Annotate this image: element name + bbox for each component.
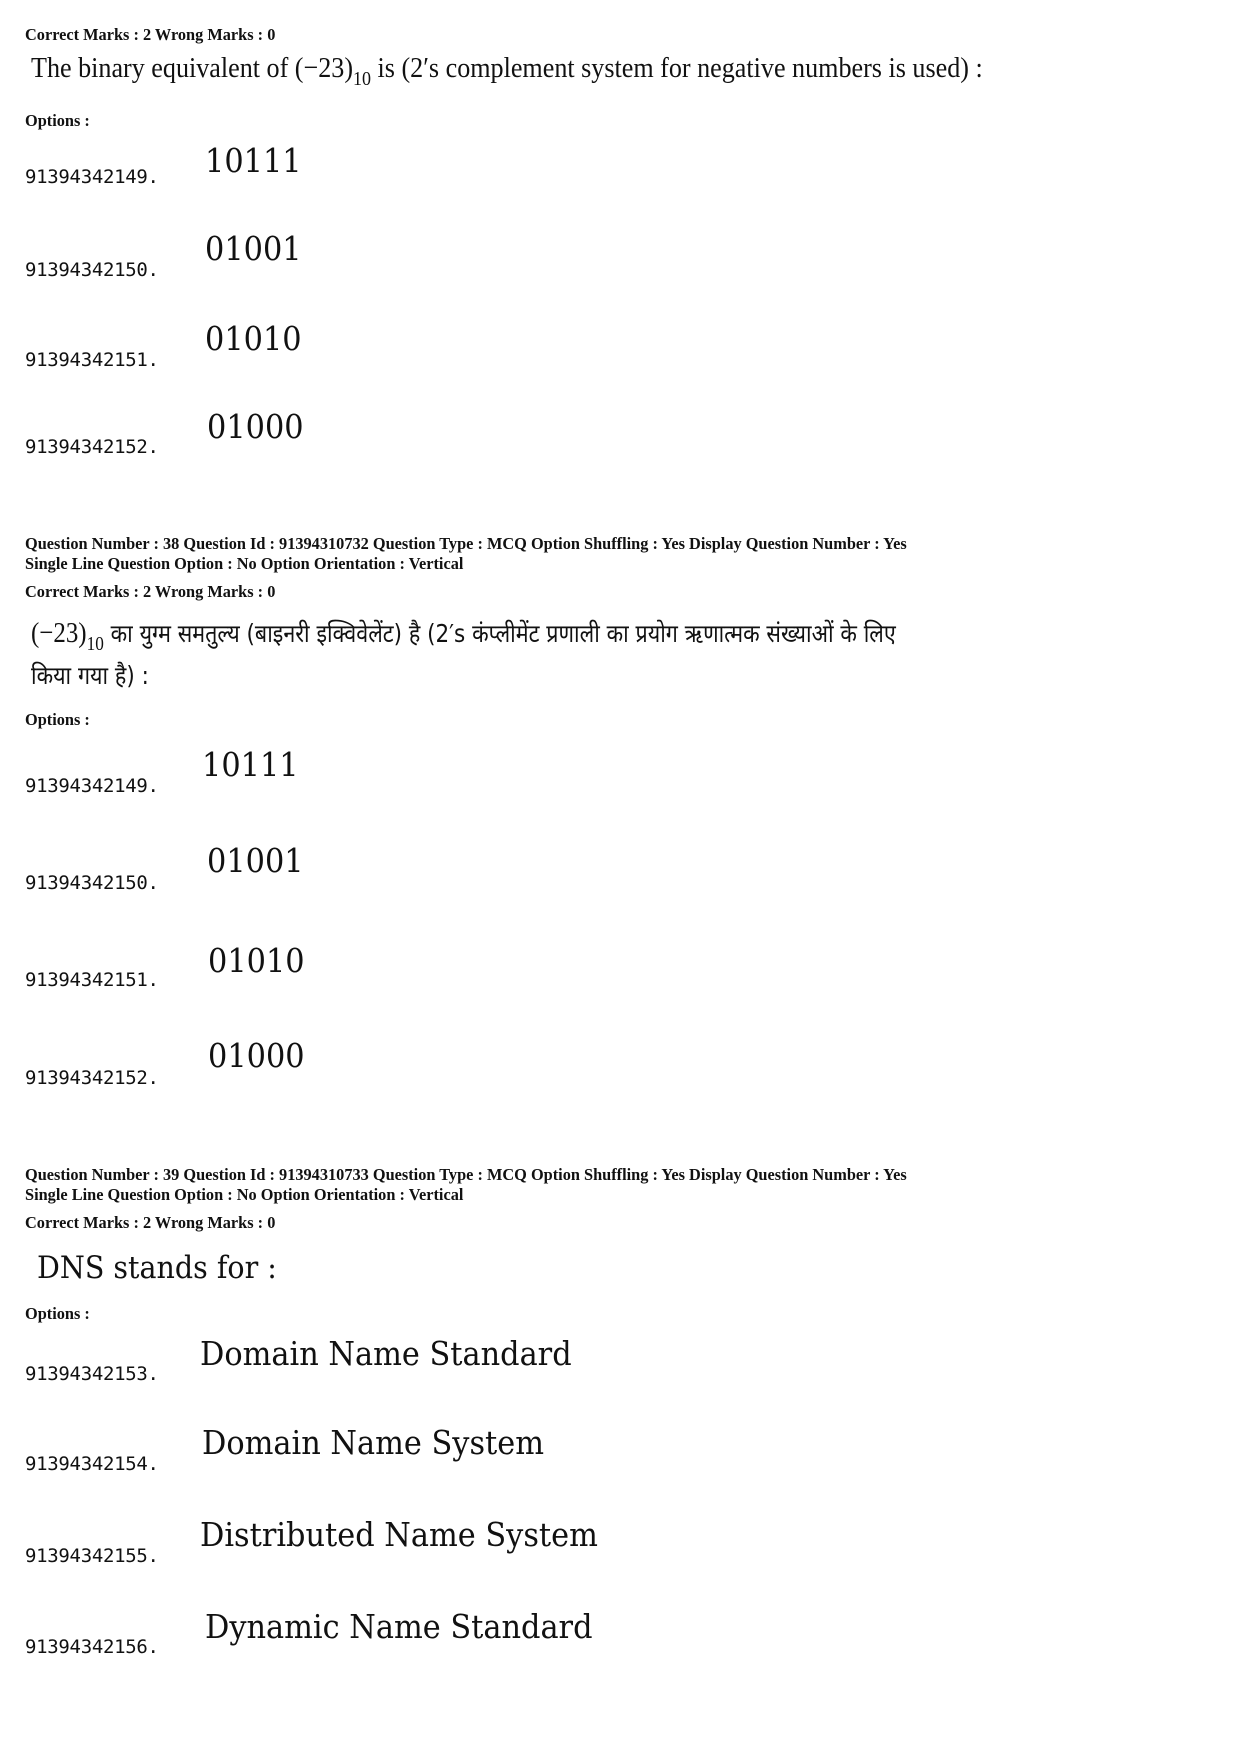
question-text: The binary equivalent of (−23)10 is (2′s… [31, 50, 983, 89]
question-text: DNS stands for : [37, 1250, 277, 1286]
question-meta-line-1: Question Number : 39 Question Id : 91394… [25, 1165, 907, 1184]
option-value[interactable]: 10111 [202, 746, 299, 784]
marks-info: Correct Marks : 2 Wrong Marks : 0 [25, 582, 276, 601]
option-id: 91394342149. [25, 166, 159, 188]
option-id: 91394342152. [25, 436, 159, 458]
marks-info: Correct Marks : 2 Wrong Marks : 0 [25, 1213, 276, 1232]
question-text-pre: The binary equivalent of (−23) [31, 52, 354, 84]
question-meta-line-1: Question Number : 38 Question Id : 91394… [25, 534, 907, 553]
option-id: 91394342152. [25, 1067, 159, 1089]
question-text-line-2: किया गया है) : [31, 661, 149, 690]
question-meta-line-2: Single Line Question Option : No Option … [25, 1185, 464, 1204]
option-value[interactable]: 10111 [205, 142, 302, 180]
option-value[interactable]: Dynamic Name Standard [205, 1608, 593, 1646]
question-text-subscript: 10 [353, 68, 372, 90]
question-text-pre: (−23) [31, 617, 87, 649]
option-id: 91394342156. [25, 1636, 159, 1658]
options-label: Options : [25, 111, 90, 130]
option-value[interactable]: 01001 [205, 230, 302, 268]
option-id: 91394342155. [25, 1545, 159, 1567]
option-id: 91394342149. [25, 775, 159, 797]
question-text-subscript: 10 [86, 633, 104, 655]
options-label: Options : [25, 710, 90, 729]
option-value[interactable]: 01010 [205, 320, 302, 358]
option-id: 91394342153. [25, 1363, 159, 1385]
question-text-line-1: (−23)10 का युग्म समतुल्य (बाइनरी इक्विवे… [31, 614, 1132, 654]
option-id: 91394342150. [25, 259, 159, 281]
option-id: 91394342151. [25, 349, 159, 371]
option-value[interactable]: Domain Name Standard [200, 1335, 572, 1373]
option-value[interactable]: Distributed Name System [200, 1516, 598, 1554]
option-id: 91394342150. [25, 872, 159, 894]
question-meta-line-2: Single Line Question Option : No Option … [25, 554, 464, 573]
option-value[interactable]: Domain Name System [202, 1424, 544, 1462]
option-id: 91394342151. [25, 969, 159, 991]
question-text: (−23)10 का युग्म समतुल्य (बाइनरी इक्विवे… [31, 614, 1132, 696]
option-value[interactable]: 01000 [207, 408, 304, 446]
options-label: Options : [25, 1304, 90, 1323]
option-value[interactable]: 01001 [207, 842, 304, 880]
question-text-post: is (2′s complement system for negative n… [371, 52, 983, 84]
option-value[interactable]: 01000 [208, 1037, 305, 1075]
marks-info: Correct Marks : 2 Wrong Marks : 0 [25, 25, 276, 44]
question-text-post: का युग्म समतुल्य (बाइनरी इक्विवेलेंट) है… [103, 619, 896, 648]
option-id: 91394342154. [25, 1453, 159, 1475]
option-value[interactable]: 01010 [208, 942, 305, 980]
